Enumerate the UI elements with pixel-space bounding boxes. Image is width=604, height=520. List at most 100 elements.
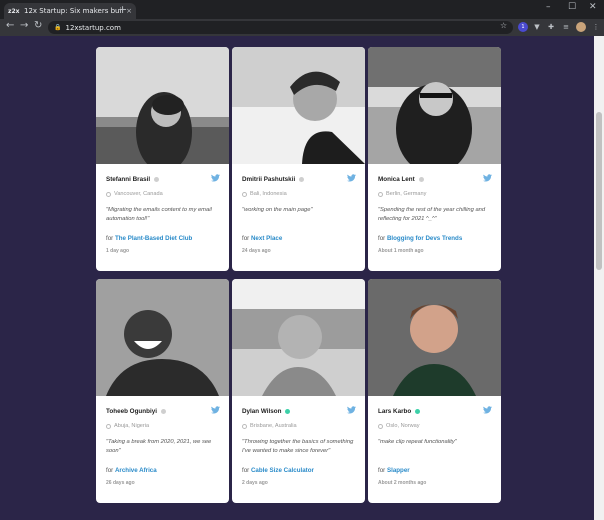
tab-title: 12x Startup: Six makers build cy... [24, 7, 122, 15]
for-label: for [242, 235, 250, 242]
site-favicon-icon: z2x [8, 7, 20, 15]
maker-quote: "make clip repeat functionality" [378, 439, 457, 445]
maker-info: Monica Lent Berlin, Germany "Spending th… [368, 164, 501, 271]
close-window-button[interactable]: ✕ [589, 2, 597, 12]
location-pin-icon [242, 191, 247, 197]
status-dot [160, 408, 166, 414]
maker-photo [96, 47, 229, 164]
maker-quote: "Taking a break from 2020, 2021, we see … [106, 439, 212, 454]
maker-info: Dylan Wilson Brisbane, Australia "Throwi… [232, 396, 365, 503]
project-link[interactable]: Cable Size Calculator [251, 467, 314, 474]
twitter-icon[interactable] [211, 174, 220, 182]
portrait-image [232, 279, 365, 396]
portrait-image [96, 47, 229, 164]
portrait-image [368, 47, 501, 164]
for-label: for [242, 467, 250, 474]
location-pin-icon [378, 423, 383, 429]
status-dot [415, 408, 421, 414]
maker-location: Vancouver, Canada [114, 191, 163, 197]
last-updated: 24 days ago [242, 248, 271, 254]
menu-dots-icon[interactable]: ⋮ [591, 22, 601, 32]
browser-tab[interactable]: z2x 12x Startup: Six makers build cy... … [4, 3, 136, 19]
maker-card[interactable]: Toheeb Ogunbiyi Abuja, Nigeria "Taking a… [96, 279, 229, 503]
last-updated: 1 day ago [106, 248, 130, 254]
maker-name[interactable]: Dmitrii Pashutskii [242, 176, 295, 183]
twitter-icon[interactable] [483, 174, 492, 182]
maker-name[interactable]: Toheeb Ogunbiyi [106, 408, 157, 415]
maker-photo [368, 47, 501, 164]
page-scrollbar[interactable] [594, 36, 604, 520]
last-updated: 2 days ago [242, 480, 268, 486]
address-bar[interactable]: 🔒 12xstartup.com [48, 21, 513, 34]
status-dot [154, 176, 160, 182]
maker-quote: "Migrating the emails content to my emai… [106, 207, 212, 222]
puzzle-extensions-icon[interactable]: ✚ [546, 22, 556, 32]
lock-icon: 🔒 [54, 24, 62, 31]
maker-info: Dmitrii Pashutskii Bali, Indonesia "work… [232, 164, 365, 271]
twitter-icon[interactable] [347, 406, 356, 414]
twitter-icon[interactable] [347, 174, 356, 182]
maker-info: Stefanni Brasil Vancouver, Canada "Migra… [96, 164, 229, 271]
last-updated: 26 days ago [106, 480, 135, 486]
reload-button[interactable]: ↻ [34, 20, 42, 31]
maker-name[interactable]: Stefanni Brasil [106, 176, 150, 183]
maker-photo [96, 279, 229, 396]
last-updated: About 2 months ago [378, 480, 427, 486]
maker-card[interactable]: Stefanni Brasil Vancouver, Canada "Migra… [96, 47, 229, 271]
portrait-image [368, 279, 501, 396]
portrait-image [232, 47, 365, 164]
maker-name[interactable]: Monica Lent [378, 176, 415, 183]
new-tab-button[interactable]: + [118, 3, 127, 16]
project-link[interactable]: Blogging for Devs Trends [387, 235, 462, 242]
maker-quote: "Throwing together the basics of somethi… [242, 439, 354, 454]
scrollbar-thumb[interactable] [596, 112, 602, 270]
maker-quote: "working on the main page" [242, 207, 313, 213]
browser-toolbar: ← → ↻ 🔒 12xstartup.com ☆ 1 ▼ ✚ ≡ ⋮ [0, 19, 604, 36]
maker-name[interactable]: Dylan Wilson [242, 408, 281, 415]
for-label: for [378, 235, 386, 242]
browser-tab-bar: z2x 12x Startup: Six makers build cy... … [0, 0, 604, 19]
profile-avatar[interactable] [576, 22, 586, 32]
location-pin-icon [106, 191, 111, 197]
maker-card[interactable]: Dmitrii Pashutskii Bali, Indonesia "work… [232, 47, 365, 271]
forward-button[interactable]: → [20, 20, 28, 31]
maker-name[interactable]: Lars Karbo [378, 408, 411, 415]
last-updated: About 1 month ago [378, 248, 424, 254]
maker-info: Lars Karbo Oslo, Norway "make clip repea… [368, 396, 501, 503]
maker-location: Berlin, Germany [386, 191, 427, 197]
status-dot [299, 176, 305, 182]
maker-photo [232, 279, 365, 396]
for-label: for [106, 235, 114, 242]
maker-card[interactable]: Lars Karbo Oslo, Norway "make clip repea… [368, 279, 501, 503]
maker-quote: "Spending the rest of the year chilling … [378, 207, 486, 222]
project-link[interactable]: Next Place [251, 235, 282, 242]
back-button[interactable]: ← [6, 20, 14, 31]
maker-photo [368, 279, 501, 396]
maker-location: Oslo, Norway [386, 423, 420, 429]
maker-location: Brisbane, Australia [250, 423, 297, 429]
project-link[interactable]: The Plant-Based Diet Club [115, 235, 192, 242]
extension-badge-icon[interactable]: 1 [518, 22, 528, 32]
maker-info: Toheeb Ogunbiyi Abuja, Nigeria "Taking a… [96, 396, 229, 503]
location-pin-icon [242, 423, 247, 429]
location-pin-icon [106, 423, 111, 429]
maker-card[interactable]: Monica Lent Berlin, Germany "Spending th… [368, 47, 501, 271]
minimize-button[interactable]: – [546, 2, 551, 12]
location-pin-icon [378, 191, 383, 197]
bookmark-star-icon[interactable]: ☆ [500, 21, 507, 30]
vpn-extension-icon[interactable]: ▼ [532, 22, 542, 32]
maker-card[interactable]: Dylan Wilson Brisbane, Australia "Throwi… [232, 279, 365, 503]
media-queue-icon[interactable]: ≡ [561, 22, 571, 32]
maker-location: Bali, Indonesia [250, 191, 287, 197]
status-dot [418, 176, 424, 182]
portrait-image [96, 279, 229, 396]
maker-location: Abuja, Nigeria [114, 423, 150, 429]
twitter-icon[interactable] [483, 406, 492, 414]
for-label: for [378, 467, 386, 474]
maximize-button[interactable]: ☐ [568, 2, 576, 12]
twitter-icon[interactable] [211, 406, 220, 414]
project-link[interactable]: Archive Africa [115, 467, 157, 474]
for-label: for [106, 467, 114, 474]
project-link[interactable]: Slapper [387, 467, 410, 474]
url-text: 12xstartup.com [65, 23, 121, 32]
